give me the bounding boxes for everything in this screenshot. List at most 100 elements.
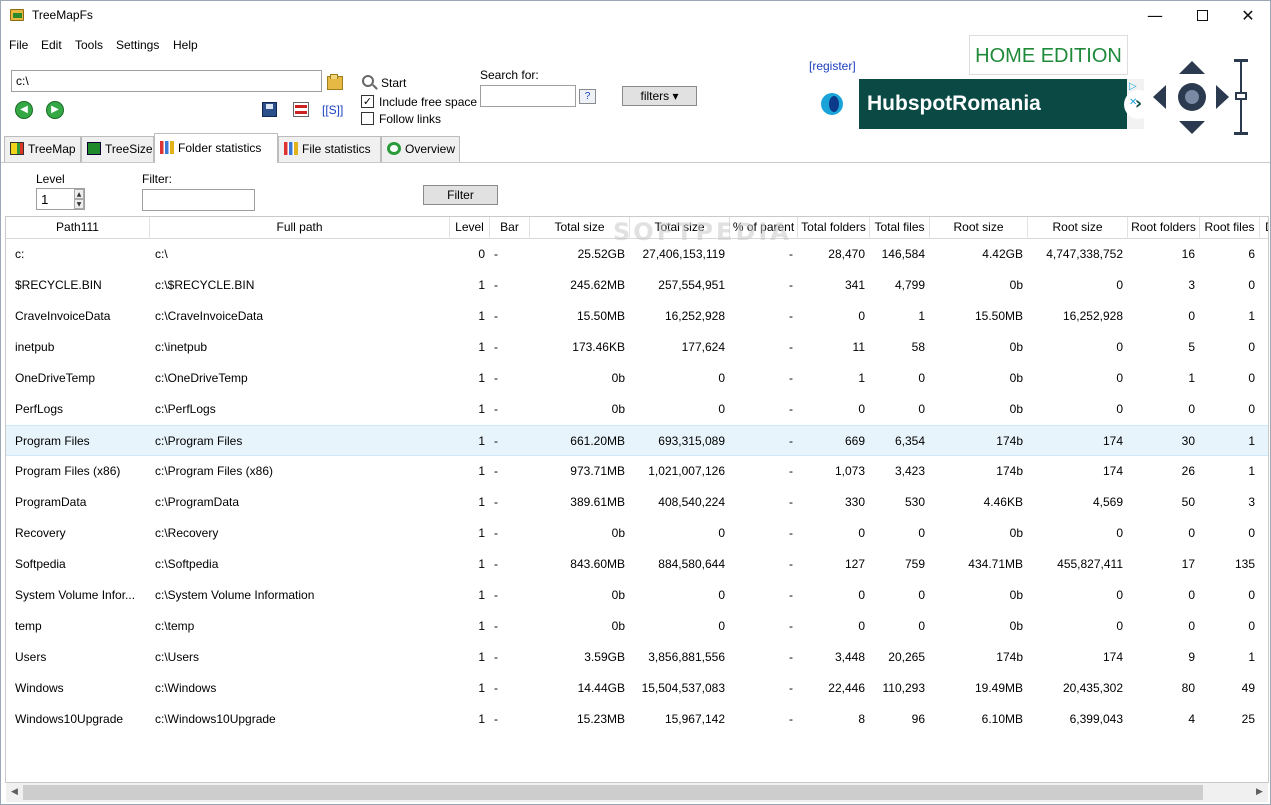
cell-level: 1: [478, 681, 485, 695]
column-header-level[interactable]: Level: [450, 217, 490, 239]
cell-percent-of-parent: -: [789, 340, 793, 354]
cell-root-files: 1: [1248, 309, 1255, 323]
ad-banner[interactable]: HubspotRomania › ▷ ✕: [807, 79, 1153, 129]
column-header-root-folders[interactable]: Root folders: [1128, 217, 1200, 239]
scrollbar-thumb[interactable]: [23, 785, 1203, 800]
level-up-icon[interactable]: ▲: [74, 189, 84, 199]
s-link[interactable]: [[S]]: [322, 103, 343, 117]
follow-links-label: Follow links: [379, 112, 442, 126]
zoom-slider[interactable]: [1234, 59, 1248, 135]
forward-button[interactable]: ▶: [46, 101, 64, 119]
follow-links-checkbox[interactable]: [361, 112, 374, 125]
menu-tools[interactable]: Tools: [75, 38, 103, 52]
ad-choices-icon[interactable]: ▷: [1129, 81, 1137, 92]
menu-file[interactable]: File: [9, 38, 28, 52]
table-row[interactable]: Windows10Upgrade c:\Windows10Upgrade 1-15.…: [6, 704, 1268, 735]
column-header-d[interactable]: D: [1260, 217, 1268, 239]
table-row[interactable]: Users c:\Users 1-3.59GB 3,856,881,556-3,448…: [6, 642, 1268, 673]
menu-edit[interactable]: Edit: [41, 38, 62, 52]
column-header-root-files[interactable]: Root files: [1200, 217, 1260, 239]
tab-treemap[interactable]: TreeMap: [4, 136, 81, 162]
path-input[interactable]: [11, 70, 322, 92]
folder-statistics-table[interactable]: Path111 Full path Level Bar Total size Total …: [5, 216, 1269, 783]
horizontal-scrollbar[interactable]: ◀ ▶: [6, 783, 1268, 802]
cell-bar: -: [494, 309, 498, 323]
maximize-button[interactable]: [1179, 1, 1225, 31]
cell-total-folders: 0: [858, 619, 865, 633]
table-row[interactable]: ProgramData c:\ProgramData 1-389.61MB 408,5…: [6, 487, 1268, 518]
cell-level: 0: [478, 247, 485, 261]
start-search-icon[interactable]: [362, 75, 374, 87]
register-link[interactable]: [register]: [809, 59, 856, 73]
column-header-path[interactable]: Path111: [6, 217, 150, 239]
cell-total-size-bytes: 257,554,951: [658, 278, 725, 292]
table-row[interactable]: Program Files (x86) c:\Program Files (x86…: [6, 456, 1268, 487]
tab-file-statistics[interactable]: File statistics: [278, 136, 381, 162]
menu-settings[interactable]: Settings: [116, 38, 159, 52]
pan-center-icon[interactable]: [1178, 83, 1206, 111]
tab-folder-statistics[interactable]: Folder statistics: [154, 133, 278, 163]
tab-overview[interactable]: Overview: [381, 136, 460, 162]
filter-button[interactable]: Filter: [423, 185, 498, 205]
column-header-total-folders[interactable]: Total folders: [798, 217, 870, 239]
table-row[interactable]: temp c:\temp 1-0b 0-0 0 0b 0 0 0: [6, 611, 1268, 642]
cell-level: 1: [478, 309, 485, 323]
cell-root-size: 0b: [1009, 619, 1023, 633]
cell-total-size: 0b: [611, 526, 625, 540]
table-row[interactable]: Program Files c:\Program Files 1-661.20MB 6…: [6, 425, 1268, 456]
cell-total-size-bytes: 0: [718, 526, 725, 540]
browse-folder-icon[interactable]: [326, 73, 343, 90]
search-input[interactable]: [480, 85, 576, 107]
scroll-right-icon[interactable]: ▶: [1251, 783, 1268, 802]
scroll-left-icon[interactable]: ◀: [6, 783, 23, 802]
back-button[interactable]: ◀: [15, 101, 33, 119]
cell-total-files: 0: [918, 588, 925, 602]
cell-root-files: 1: [1248, 650, 1255, 664]
table-row[interactable]: OneDriveTemp c:\OneDriveTemp 1-0b 0-1 0 0b 0 1 0: [6, 363, 1268, 394]
search-help-button[interactable]: ?: [579, 89, 596, 104]
minimize-button[interactable]: —: [1132, 1, 1178, 31]
cell-total-size: 15.23MB: [576, 712, 625, 726]
table-row[interactable]: Recovery c:\Recovery 1-0b 0-0 0 0b 0 0 0: [6, 518, 1268, 549]
column-header-bar[interactable]: Bar: [490, 217, 530, 239]
level-down-icon[interactable]: ▼: [74, 199, 84, 209]
column-header-full-path[interactable]: Full path: [150, 217, 450, 239]
table-row[interactable]: PerfLogs c:\PerfLogs 1-0b 0-0 0 0b 0 0 0: [6, 394, 1268, 425]
filters-button[interactable]: filters ▾: [622, 86, 697, 106]
tab-treesize[interactable]: TreeSize: [81, 136, 154, 162]
table-row[interactable]: Softpedia c:\Softpedia 1-843.60MB 884,580,6…: [6, 549, 1268, 580]
column-header-root-size[interactable]: Root size: [930, 217, 1028, 239]
ad-banner-text[interactable]: HubspotRomania ›: [859, 79, 1153, 129]
cell-root-size-bytes: 20,435,302: [1062, 681, 1123, 695]
cell-total-files: 146,584: [881, 247, 925, 261]
table-row[interactable]: CraveInvoiceData c:\CraveInvoiceData 1-15.…: [6, 301, 1268, 332]
watermark: SOFTPEDIA: [613, 218, 792, 246]
save-icon[interactable]: [262, 102, 277, 117]
cell-percent-of-parent: -: [789, 681, 793, 695]
zoom-slider-thumb[interactable]: [1235, 92, 1247, 100]
column-header-total-files[interactable]: Total files: [870, 217, 930, 239]
table-row[interactable]: $RECYCLE.BIN c:\$RECYCLE.BIN 1-245.62MB 257…: [6, 270, 1268, 301]
column-header-root-size-bytes[interactable]: Root size: [1028, 217, 1128, 239]
cell-total-size: 0b: [611, 402, 625, 416]
cell-total-size-bytes: 177,624: [681, 340, 725, 354]
cell-bar: -: [494, 650, 498, 664]
cell-total-folders: 11: [852, 340, 865, 354]
ad-close-icon[interactable]: ✕: [1129, 97, 1137, 108]
table-row[interactable]: Windows c:\Windows 1-14.44GB 15,504,537,083…: [6, 673, 1268, 704]
cell-full-path: c:\temp: [155, 619, 195, 633]
table-row[interactable]: System Volume Infor... c:\System Volume I…: [6, 580, 1268, 611]
table-row[interactable]: inetpub c:\inetpub 1-173.46KB 177,624-11 58 0…: [6, 332, 1268, 363]
filter-input[interactable]: [142, 189, 255, 211]
include-free-space-checkbox[interactable]: ✓: [361, 95, 374, 108]
pan-up-icon[interactable]: [1179, 61, 1205, 74]
pan-left-icon[interactable]: [1153, 85, 1166, 109]
cell-root-folders: 1: [1188, 371, 1195, 385]
cell-total-files: 759: [904, 557, 925, 571]
cell-total-size-bytes: 0: [718, 619, 725, 633]
close-button[interactable]: ✕: [1225, 1, 1271, 31]
menu-help[interactable]: Help: [173, 38, 198, 52]
pan-right-icon[interactable]: [1216, 85, 1229, 109]
start-button[interactable]: Start: [381, 76, 406, 90]
export-icon[interactable]: [293, 102, 309, 117]
